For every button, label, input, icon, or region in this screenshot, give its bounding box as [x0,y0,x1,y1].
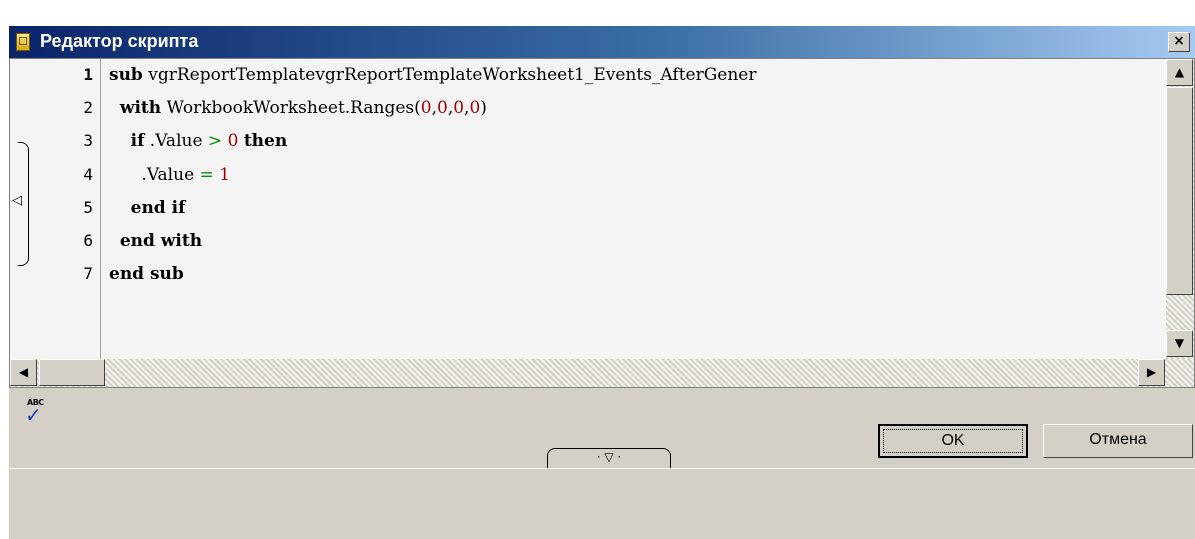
code-text-area[interactable]: sub vgrReportTemplatevgrReportTemplateWo… [101,59,1166,359]
code-keyword: with [119,98,162,118]
code-keyword: end sub [109,264,184,284]
code-keyword: then [243,131,288,151]
code-editor[interactable]: ◁ 1 2 3 4 5 6 7 sub vgrReportTemplatevgr… [9,58,1195,388]
code-number: 0 [436,98,448,118]
code-token: vgrReportTemplatevgrReportTemplateWorksh… [142,65,757,85]
line-number: 1 [83,65,93,84]
window-title: Редактор скрипта [40,31,199,51]
code-operator: > [207,131,223,151]
line-number: 3 [83,131,93,150]
fold-margin: ◁ [10,59,48,359]
horizontal-scroll-thumb[interactable] [39,359,105,386]
fold-arrow-icon[interactable]: ◁ [12,194,22,207]
code-token: .Value [144,131,208,151]
vertical-scroll-thumb[interactable] [1166,87,1193,295]
close-button[interactable]: × [1168,32,1190,52]
title-bar[interactable]: Редактор скрипта × [9,26,1195,58]
scroll-left-button[interactable]: ◀ [10,359,37,386]
scroll-up-button[interactable]: ▲ [1166,59,1193,86]
line-number-gutter: 1 2 3 4 5 6 7 [48,59,101,359]
code-keyword: sub [109,65,143,85]
line-number: 4 [83,165,93,184]
code-number: 1 [219,165,231,185]
code-token: WorkbookWorksheet.Ranges( [161,98,421,118]
code-number: 0 [420,98,432,118]
code-line[interactable]: end sub [109,264,184,284]
code-line[interactable]: sub vgrReportTemplatevgrReportTemplateWo… [109,65,757,85]
ok-button[interactable]: OK [878,424,1028,458]
ok-button-label: OK [883,429,1023,453]
code-line[interactable]: if .Value > 0 then [109,131,288,151]
scroll-down-button[interactable]: ▼ [1166,330,1193,357]
code-keyword: if [130,131,145,151]
vertical-scrollbar[interactable]: ▲ ▼ [1166,59,1194,359]
script-icon [16,33,30,51]
code-number: 0 [453,98,465,118]
code-line[interactable]: .Value = 1 [109,165,230,185]
code-line[interactable]: with WorkbookWorksheet.Ranges(0,0,0,0) [109,98,487,118]
code-line[interactable]: end with [109,231,202,251]
code-number: 0 [227,131,239,151]
spellcheck-icon[interactable]: ABC ✓ [25,398,55,428]
code-keyword: end with [119,231,203,251]
scroll-right-button[interactable]: ▶ [1138,359,1165,386]
code-token: ) [480,98,487,118]
code-number: 0 [469,98,481,118]
code-operator: = [199,165,214,185]
line-number: 2 [83,98,93,117]
line-number: 6 [83,231,93,250]
code-line[interactable]: end if [109,198,186,218]
code-keyword: end if [130,198,186,218]
line-number: 7 [83,264,93,283]
line-number: 5 [83,198,93,217]
cancel-button[interactable]: Отмена [1043,424,1193,458]
checkmark-icon: ✓ [25,403,42,427]
horizontal-scrollbar[interactable]: ◀ ▶ [10,359,1194,387]
code-token: .Value [109,165,200,185]
collapse-panel-handle[interactable]: · ▽ · [547,448,671,468]
script-editor-dialog: Редактор скрипта × ◁ 1 2 3 4 5 6 7 sub v… [8,25,1195,539]
